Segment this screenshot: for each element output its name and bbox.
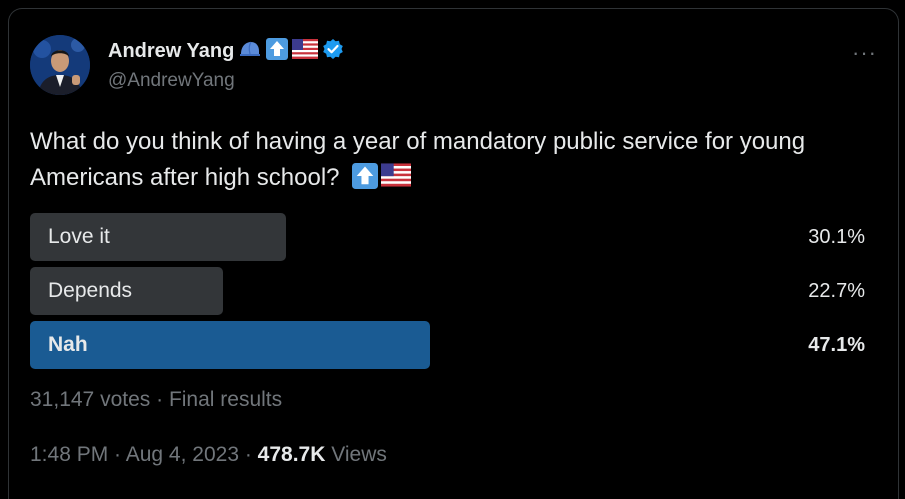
- separator: ·: [239, 443, 258, 466]
- poll-option-label: Nah: [48, 333, 88, 356]
- more-options-button[interactable]: ···: [852, 40, 877, 66]
- author-row: Andrew Yang: [108, 38, 344, 65]
- blue-cap-icon: [238, 39, 262, 64]
- separator: ·: [108, 443, 126, 466]
- views-count: 478.7K: [257, 443, 326, 466]
- poll-status: Final results: [168, 388, 283, 411]
- author-handle[interactable]: @AndrewYang: [108, 70, 235, 92]
- verified-badge-icon: [322, 38, 344, 65]
- poll-option-percent: 30.1%: [808, 226, 865, 248]
- poll-bar-winner: [30, 321, 430, 369]
- vote-count: 31,147 votes: [30, 388, 151, 411]
- poll-option-percent: 22.7%: [808, 280, 865, 302]
- avatar[interactable]: [30, 35, 90, 95]
- up-arrow-icon: [266, 38, 289, 65]
- views-label: Views: [325, 443, 387, 466]
- author-name[interactable]: Andrew Yang: [108, 40, 234, 63]
- tweet-text: What do you think of having a year of ma…: [30, 124, 890, 196]
- tweet-meta: 1:48 PM · Aug 4, 2023 · 478.7K Views: [30, 443, 387, 467]
- poll-summary: 31,147 votes · Final results: [30, 388, 282, 412]
- us-flag-icon: [292, 39, 319, 64]
- us-flag-icon: [381, 163, 412, 187]
- poll-option-label: Love it: [48, 225, 110, 248]
- up-arrow-icon: [352, 163, 379, 189]
- poll-option-depends: Depends 22.7%: [30, 267, 890, 315]
- poll-option-nah: Nah 47.1%: [30, 321, 890, 369]
- poll-option-love-it: Love it 30.1%: [30, 213, 890, 261]
- separator: ·: [150, 388, 169, 411]
- avatar-image: [30, 35, 90, 95]
- tweet-time[interactable]: 1:48 PM: [30, 443, 108, 466]
- poll-option-label: Depends: [48, 279, 133, 302]
- poll-option-percent: 47.1%: [808, 334, 865, 356]
- tweet-date[interactable]: Aug 4, 2023: [126, 443, 239, 466]
- question-emojis: [352, 163, 412, 189]
- question-text: What do you think of having a year of ma…: [30, 128, 806, 191]
